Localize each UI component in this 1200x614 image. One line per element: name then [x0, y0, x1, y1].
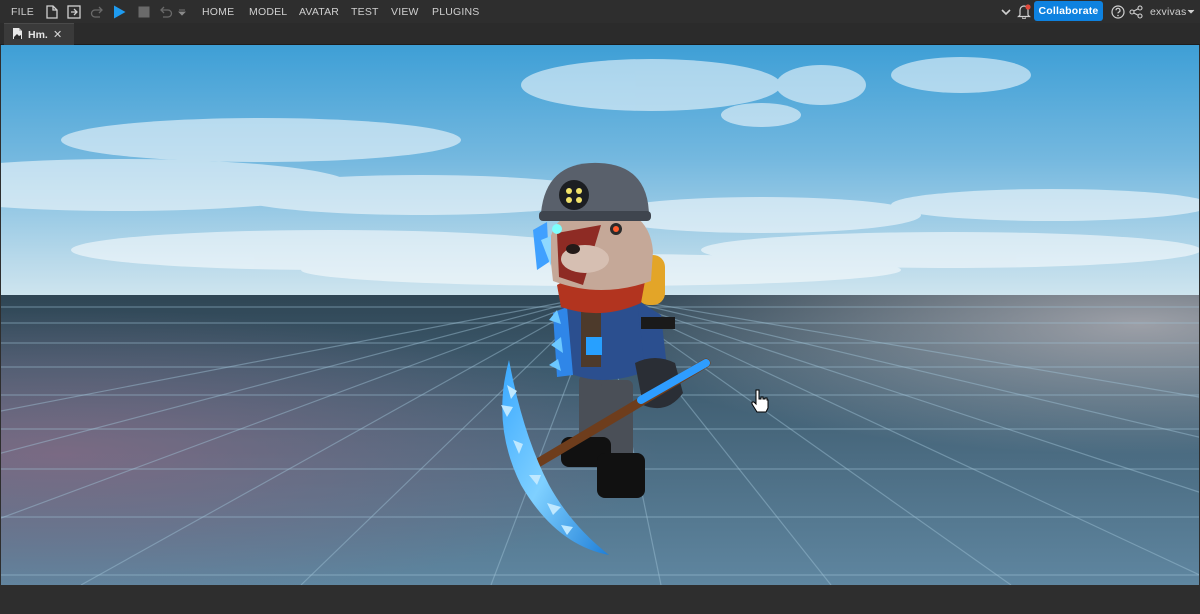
collaborate-button[interactable]: Collaborate	[1034, 1, 1103, 21]
place-icon	[11, 27, 24, 43]
file-menu[interactable]: FILE	[11, 6, 34, 18]
tab-view[interactable]: VIEW	[391, 6, 419, 18]
user-chevron-down-icon[interactable]	[1186, 4, 1196, 19]
tab-test[interactable]: TEST	[351, 6, 379, 18]
undo-icon[interactable]	[158, 4, 173, 19]
document-tab-strip: Hm. ✕	[0, 23, 1200, 45]
tab-home[interactable]: HOME	[202, 6, 234, 18]
tab-plugins[interactable]: PLUGINS	[432, 6, 480, 18]
play-icon[interactable]	[112, 4, 127, 19]
stop-icon[interactable]	[136, 4, 151, 19]
tab-avatar[interactable]: AVATAR	[299, 6, 339, 18]
new-file-icon[interactable]	[44, 4, 59, 19]
open-file-icon[interactable]	[66, 4, 81, 19]
username-menu[interactable]: exvivas	[1150, 6, 1186, 18]
bell-icon[interactable]	[1016, 4, 1031, 19]
document-tab-label: Hm.	[28, 29, 48, 41]
document-tab[interactable]: Hm. ✕	[4, 23, 74, 45]
status-bar	[0, 585, 1200, 614]
3d-viewport[interactable]	[1, 45, 1199, 585]
close-icon[interactable]: ✕	[53, 28, 62, 41]
menu-bar: FILE HOME MODEL AVATAR TEST VIEW PLUGINS…	[0, 0, 1200, 23]
chevron-down-icon[interactable]	[998, 4, 1013, 19]
scene-render	[1, 45, 1199, 585]
help-icon[interactable]	[1110, 4, 1125, 19]
tab-model[interactable]: MODEL	[249, 6, 287, 18]
undo-dropdown-icon[interactable]	[177, 4, 187, 19]
redo-icon[interactable]	[89, 4, 104, 19]
share-icon[interactable]	[1128, 4, 1143, 19]
